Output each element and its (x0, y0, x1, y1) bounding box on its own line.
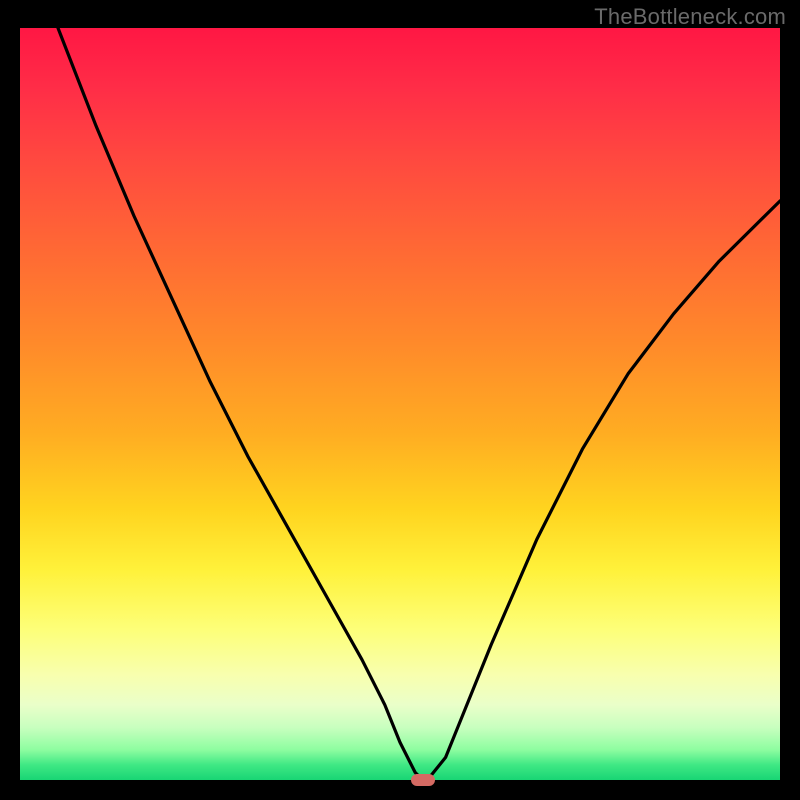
bottleneck-curve (20, 28, 780, 780)
plot-area (20, 28, 780, 780)
optimum-marker (411, 774, 435, 786)
watermark-text: TheBottleneck.com (594, 4, 786, 30)
chart-frame: TheBottleneck.com (0, 0, 800, 800)
curve-path (20, 28, 780, 780)
